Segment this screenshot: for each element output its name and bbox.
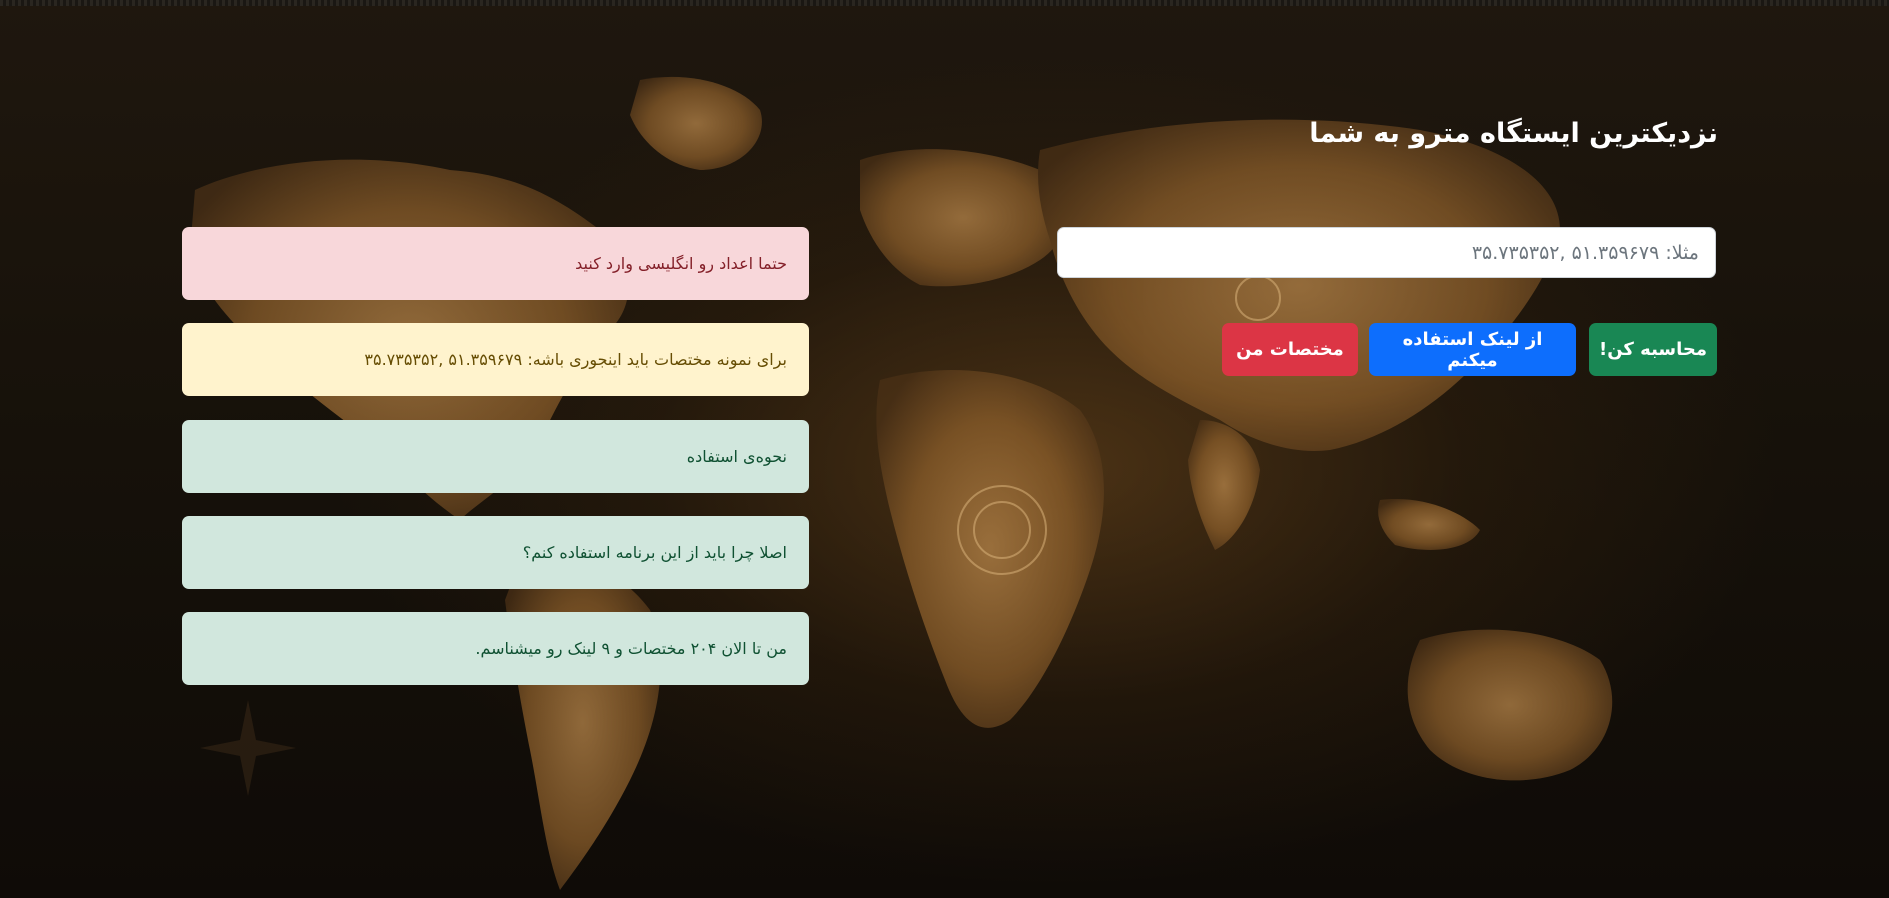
page-title: نزدیکترین ایستگاه مترو به شما bbox=[1309, 118, 1718, 149]
my-coordinates-button[interactable]: مختصات من bbox=[1222, 323, 1358, 376]
english-numbers-alert-text: حتما اعداد رو انگلیسی وارد کنید bbox=[575, 254, 787, 273]
why-use-text: اصلا چرا باید از این برنامه استفاده کنم؟ bbox=[522, 543, 787, 562]
calculate-button[interactable]: محاسبه کن! bbox=[1589, 323, 1717, 376]
sample-format-alert: برای نمونه مختصات باید اینجوری باشه: ۵۱.… bbox=[182, 323, 809, 396]
coordinates-input[interactable] bbox=[1058, 228, 1715, 277]
sample-format-alert-text: برای نمونه مختصات باید اینجوری باشه: ۵۱.… bbox=[364, 350, 787, 369]
coordinates-input-wrapper bbox=[1057, 227, 1716, 278]
how-to-use-link[interactable]: نحوه‌ی استفاده bbox=[182, 420, 809, 493]
use-link-button[interactable]: از لینک استفاده میکنم bbox=[1369, 323, 1576, 376]
how-to-use-text: نحوه‌ی استفاده bbox=[686, 447, 787, 466]
why-use-link[interactable]: اصلا چرا باید از این برنامه استفاده کنم؟ bbox=[182, 516, 809, 589]
english-numbers-alert: حتما اعداد رو انگلیسی وارد کنید bbox=[182, 227, 809, 300]
stats-alert: من تا الان ۲۰۴ مختصات و ۹ لینک رو میشناس… bbox=[182, 612, 809, 685]
stats-text: من تا الان ۲۰۴ مختصات و ۹ لینک رو میشناس… bbox=[475, 639, 787, 658]
